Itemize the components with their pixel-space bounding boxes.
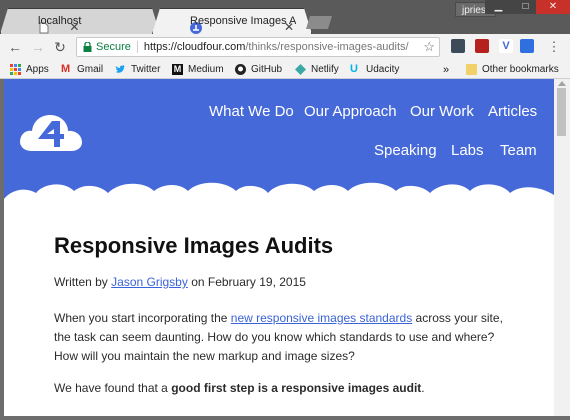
nav-team[interactable]: Team — [500, 142, 537, 159]
close-tab-icon[interactable]: ✕ — [69, 21, 79, 33]
bookmark-label: Udacity — [366, 64, 400, 75]
nav-labs[interactable]: Labs — [451, 142, 484, 159]
nav-our-work[interactable]: Our Work — [410, 103, 474, 120]
bookmark-star-icon[interactable]: ☆ — [423, 39, 435, 55]
bookmark-github[interactable]: GitHub — [235, 63, 282, 76]
apps-grid-icon — [10, 64, 21, 75]
close-tab-icon[interactable]: ✕ — [284, 21, 294, 33]
scrollbar-thumb[interactable] — [557, 88, 566, 136]
byline: Written by Jason Grigsby on February 19,… — [54, 275, 306, 289]
nav-articles[interactable]: Articles — [488, 103, 537, 120]
tab-title: Responsive Images Audit — [190, 15, 296, 27]
nav-what-we-do[interactable]: What We Do — [209, 103, 294, 120]
medium-icon: M — [172, 64, 183, 75]
new-tab-button[interactable] — [306, 16, 332, 29]
github-icon — [235, 64, 246, 75]
address-bar[interactable]: Secure https://cloudfour.com /thinks/res… — [76, 37, 440, 57]
web-page: What We Do Our Approach Our Work Article… — [4, 79, 554, 416]
bookmark-label: Apps — [26, 64, 49, 75]
bookmark-label: Netlify — [311, 64, 339, 75]
cloudfour-logo[interactable] — [18, 111, 84, 158]
udacity-icon: U — [350, 63, 358, 75]
bookmark-twitter[interactable]: Twitter — [115, 63, 160, 76]
emphasis-text: good first step is a responsive images a… — [171, 381, 422, 395]
menu-dots-icon[interactable]: ⋮ — [546, 39, 562, 55]
paragraph-text: When you start incorporating the — [54, 311, 231, 325]
other-bookmarks-folder[interactable]: Other bookmarks — [466, 63, 559, 76]
article-title: Responsive Images Audits — [54, 233, 334, 258]
bookmarks-overflow-button[interactable]: » — [443, 63, 449, 76]
lock-icon — [83, 41, 92, 52]
tab-responsive-images[interactable]: Responsive Images Audit ✕ — [152, 8, 312, 34]
tab-strip: localhost ✕ Responsive Images Audit ✕ jp… — [0, 0, 570, 34]
url-host: https://cloudfour.com — [143, 41, 246, 53]
ublock-icon[interactable] — [475, 39, 489, 53]
secure-label: Secure — [96, 41, 131, 53]
bookmarks-bar: Apps M Gmail Twitter M Medium GitHub Net… — [0, 60, 570, 79]
bookmark-medium[interactable]: M Medium — [172, 63, 224, 76]
vue-devtools-icon[interactable]: V — [499, 39, 513, 53]
bookmark-label: GitHub — [251, 64, 283, 75]
netlify-icon — [295, 64, 306, 75]
reload-icon[interactable]: ↻ — [52, 39, 68, 55]
page-scrollbar[interactable] — [554, 79, 570, 416]
article-paragraph: When you start incorporating the new res… — [54, 309, 509, 366]
bookmark-apps[interactable]: Apps — [10, 63, 49, 76]
publish-date: on February 19, 2015 — [191, 275, 306, 289]
author-link[interactable]: Jason Grigsby — [111, 275, 188, 289]
minimize-button[interactable]: ▁ — [485, 0, 512, 14]
cloud-divider — [4, 182, 554, 205]
folder-icon — [466, 64, 477, 75]
byline-prefix: Written by — [54, 275, 108, 289]
scroll-up-arrow-icon[interactable] — [558, 81, 566, 86]
paragraph-text: We have found that a — [54, 381, 172, 395]
maximize-button[interactable]: □ — [512, 0, 539, 14]
back-arrow-icon[interactable]: ← — [7, 39, 23, 55]
tab-localhost[interactable]: localhost ✕ — [0, 8, 160, 34]
bookmark-label: Gmail — [77, 64, 104, 75]
twitter-icon — [115, 64, 126, 75]
bookmark-label: Twitter — [131, 64, 161, 75]
standards-link[interactable]: new responsive images standards — [231, 311, 412, 325]
bookmark-netlify[interactable]: Netlify — [295, 63, 339, 76]
url-path: /thinks/responsive-images-audits/ — [245, 41, 409, 53]
extension-icon[interactable] — [520, 39, 534, 53]
extension-icon[interactable] — [451, 39, 465, 53]
paragraph-text: . — [421, 381, 425, 395]
divider — [136, 41, 138, 53]
browser-toolbar: ← → ↻ Secure https://cloudfour.com /thin… — [0, 34, 570, 60]
gmail-icon: M — [61, 63, 71, 75]
bookmark-label: Medium — [188, 64, 224, 75]
forward-arrow-icon[interactable]: → — [30, 39, 46, 55]
bookmark-gmail[interactable]: M Gmail — [61, 63, 103, 76]
bookmark-udacity[interactable]: U Udacity — [350, 63, 399, 76]
close-window-button[interactable]: ✕ — [536, 0, 570, 14]
nav-speaking[interactable]: Speaking — [374, 142, 437, 159]
bookmark-label: Other bookmarks — [482, 64, 559, 75]
nav-our-approach[interactable]: Our Approach — [304, 103, 397, 120]
article-paragraph: We have found that a good first step is … — [54, 379, 509, 398]
